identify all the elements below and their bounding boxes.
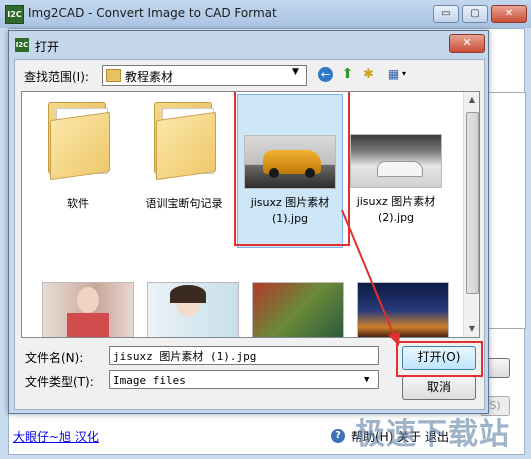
highlight-box — [396, 341, 483, 377]
file-type-label: 文件类型(T): — [25, 375, 94, 389]
maximize-button[interactable]: ▢ — [462, 5, 488, 23]
dialog-close-button[interactable]: ✕ — [449, 34, 485, 53]
open-file-dialog: I2C 打开 ✕ 查找范围(I): 教程素材 ▼ ← ⬆ ✱ ▦ ▾ 软件 语训… — [8, 30, 489, 414]
file-name-label: 文件名(N): — [25, 351, 84, 365]
app-close-button[interactable]: ✕ — [491, 5, 527, 23]
app-preview-panel — [484, 92, 526, 329]
file-type-select[interactable]: Image files ▼ — [109, 370, 379, 389]
dialog-title: 打开 — [35, 40, 60, 54]
app-logo-icon: I2C — [5, 5, 24, 24]
file-name-input[interactable]: jisuxz 图片素材 (1).jpg — [109, 346, 379, 365]
dialog-logo-icon: I2C — [15, 38, 29, 52]
file-type-value: Image files — [113, 374, 186, 387]
cancel-button[interactable]: 取消 — [402, 376, 476, 400]
chevron-down-icon[interactable]: ▼ — [364, 371, 369, 390]
minimize-button[interactable]: ▭ — [433, 5, 459, 23]
watermark: 极速下载站 — [355, 417, 510, 452]
dialog-content: 查找范围(I): 教程素材 ▼ ← ⬆ ✱ ▦ ▾ 软件 语训宝断句记录 jis… — [14, 59, 485, 410]
app-title: Img2CAD - Convert Image to CAD Format — [28, 6, 277, 20]
footer-credit-link[interactable]: 大眼仔~旭 汉化 — [13, 428, 99, 445]
app-titlebar: I2C Img2CAD - Convert Image to CAD Forma… — [0, 0, 531, 28]
help-icon[interactable]: ? — [331, 429, 345, 443]
